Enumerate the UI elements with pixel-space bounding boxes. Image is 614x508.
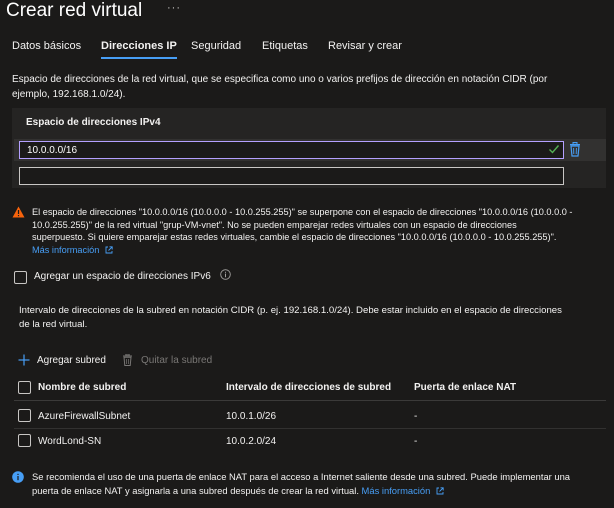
tab-bar: Datos básicos Direcciones IP Seguridad E… [0, 40, 614, 62]
subnet-description-line: de la red virtual. [19, 319, 88, 330]
column-header-subnet-name: Nombre de subred [38, 382, 127, 393]
new-address-space-input[interactable] [19, 167, 564, 185]
checkmark-icon [549, 145, 560, 154]
subnet-row-checkbox[interactable] [18, 409, 31, 422]
remove-subnet-button[interactable]: Quitar la subred [122, 352, 212, 368]
plus-icon [18, 354, 30, 366]
subnet-nat-gateway: - [414, 436, 418, 447]
info-icon [12, 471, 24, 483]
ipv4-address-input[interactable] [19, 141, 564, 159]
warning-line: 10.0.255.255)" de la red virtual "grup-V… [32, 219, 517, 230]
external-link-icon [436, 487, 444, 495]
column-header-nat-gateway: Puerta de enlace NAT [414, 382, 517, 393]
subnet-name-link[interactable]: WordLond-SN [38, 436, 101, 447]
subnet-range: 10.0.2.0/24 [226, 436, 277, 447]
subnet-nat-gateway: - [414, 411, 418, 422]
subnet-range: 10.0.1.0/26 [226, 411, 277, 422]
subnet-row-checkbox[interactable] [18, 434, 31, 447]
ipv6-checkbox-label: Agregar un espacio de direcciones IPv6 [34, 271, 211, 282]
more-actions-button[interactable]: ··· [167, 2, 181, 14]
address-space-description-line: ejemplo, 192.168.1.0/24). [12, 89, 126, 100]
nat-gateway-recommendation: Se recomienda el uso de una puerta de en… [32, 470, 606, 497]
remove-subnet-label: Quitar la subred [141, 354, 213, 366]
footer-line: Se recomienda el uso de una puerta de en… [32, 471, 571, 482]
address-space-description-line: Espacio de direcciones de la red virtual… [12, 74, 548, 85]
subnet-description: Intervalo de direcciones de la subred en… [19, 304, 604, 332]
warning-line: superpuesto. Si quiere emparejar estas r… [32, 232, 557, 242]
tab-seguridad[interactable]: Seguridad [191, 40, 241, 57]
tab-etiquetas[interactable]: Etiquetas [262, 40, 308, 57]
external-link-icon [105, 246, 113, 254]
table-row-divider [14, 428, 606, 429]
warning-more-info-link[interactable]: Más información [32, 245, 99, 255]
tab-datos-basicos[interactable]: Datos básicos [12, 40, 81, 57]
select-all-subnets-checkbox[interactable] [18, 381, 31, 394]
tab-revisar-y-crear[interactable]: Revisar y crear [328, 40, 402, 57]
trash-icon[interactable] [568, 142, 582, 157]
ipv6-checkbox[interactable] [14, 271, 27, 284]
trash-icon [123, 354, 132, 366]
table-header-divider [14, 400, 606, 401]
page-title: Crear red virtual [6, 0, 143, 21]
subnet-description-line: Intervalo de direcciones de la subred en… [19, 305, 562, 316]
ipv4-section-label: Espacio de direcciones IPv4 [26, 117, 161, 128]
address-space-description: Espacio de direcciones de la red virtual… [12, 72, 604, 102]
add-subnet-button[interactable]: Agregar subred [18, 352, 106, 368]
subnet-name-link[interactable]: AzureFirewallSubnet [38, 411, 130, 422]
tab-direcciones-ip[interactable]: Direcciones IP [101, 40, 177, 59]
info-icon[interactable] [220, 269, 231, 280]
column-header-subnet-range: Intervalo de direcciones de subred [226, 382, 392, 393]
footer-line: puerta de enlace NAT y asignarla a una s… [32, 484, 359, 496]
warning-icon [12, 206, 25, 218]
overlap-warning-message: El espacio de direcciones "10.0.0.0/16 (… [32, 206, 602, 256]
warning-line: El espacio de direcciones "10.0.0.0/16 (… [32, 207, 573, 217]
add-subnet-label: Agregar subred [37, 354, 106, 366]
footer-more-info-link[interactable]: Más información [362, 485, 431, 496]
